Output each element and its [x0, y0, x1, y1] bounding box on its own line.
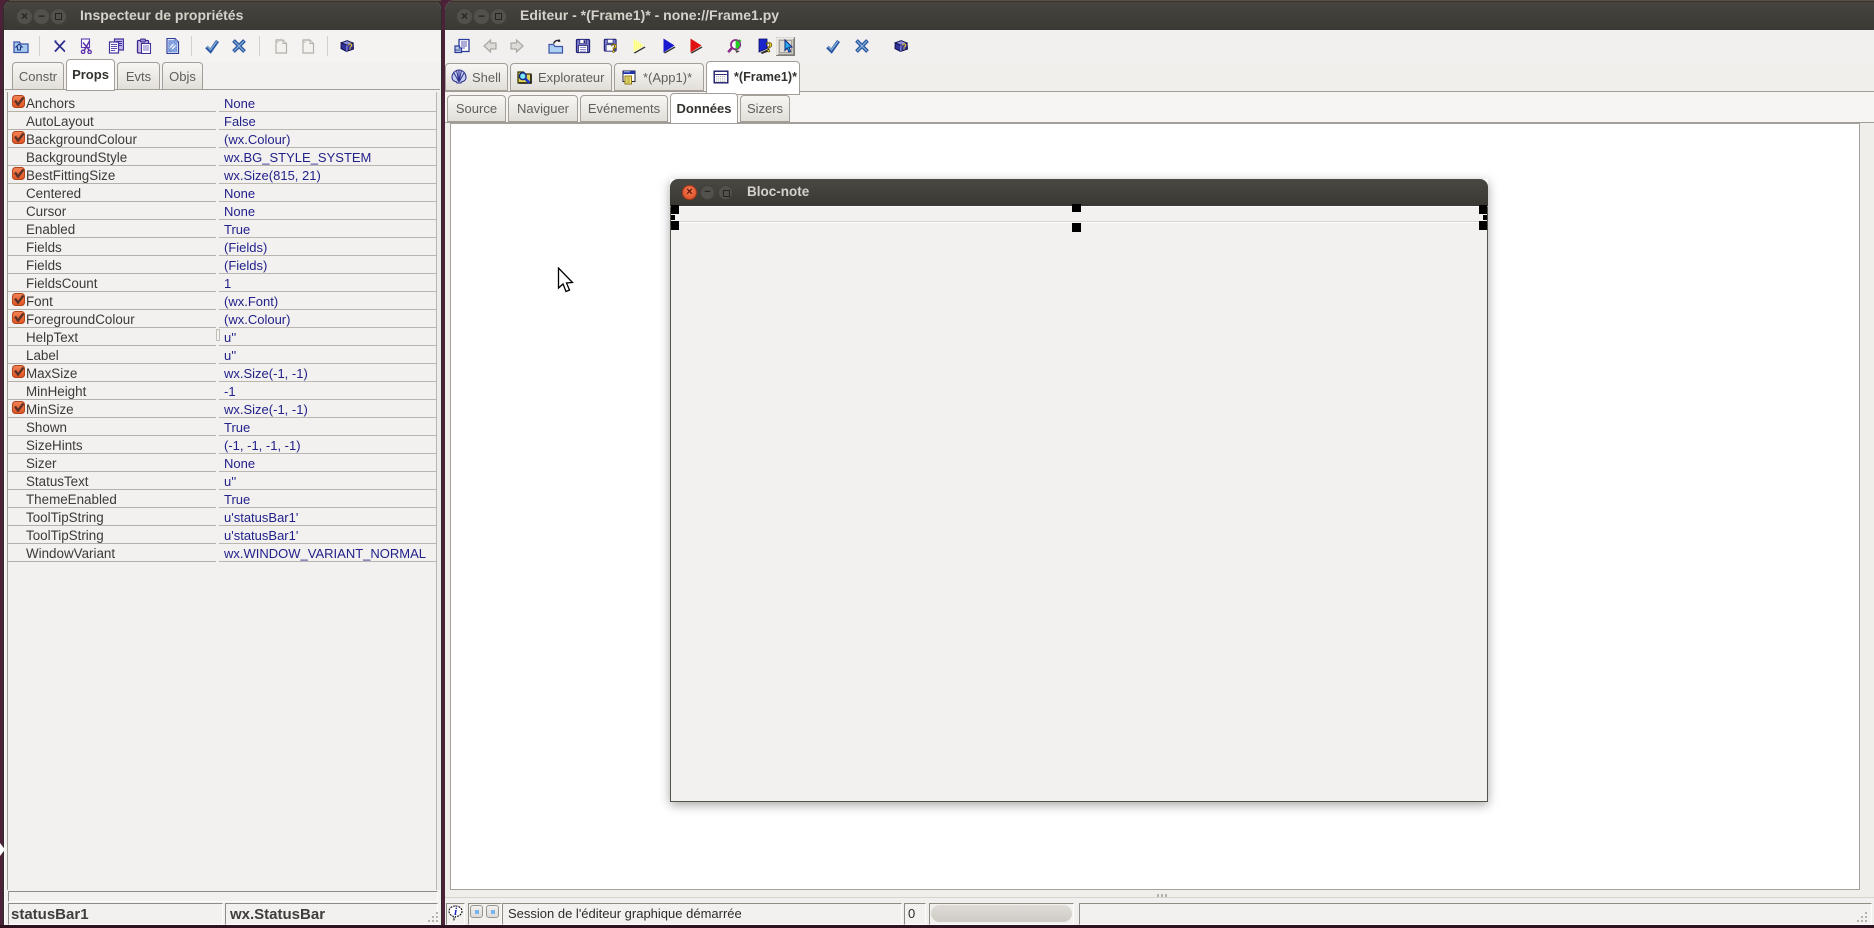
svg-text:?: ? — [765, 40, 773, 54]
svg-text:?: ? — [902, 42, 907, 52]
svg-text:?: ? — [611, 41, 618, 55]
svg-text:?: ? — [348, 42, 353, 52]
